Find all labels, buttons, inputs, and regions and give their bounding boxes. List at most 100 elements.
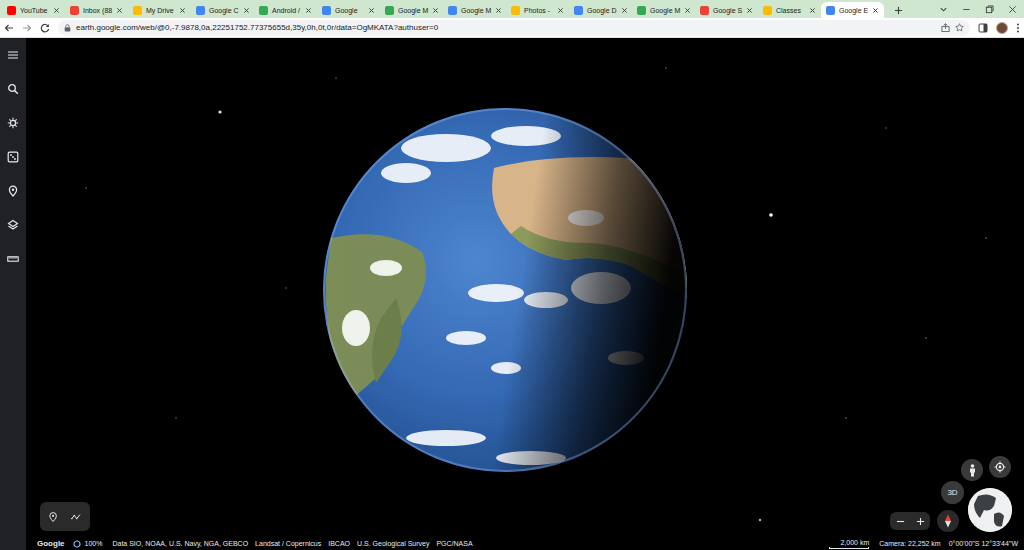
browser-tab[interactable]: Google E: [821, 2, 884, 18]
tab-close-icon[interactable]: [746, 7, 753, 14]
tab-close-icon[interactable]: [684, 7, 691, 14]
tab-close-icon[interactable]: [495, 7, 502, 14]
zoom-in-button[interactable]: [910, 517, 930, 526]
dice-icon[interactable]: [7, 151, 19, 163]
compass-button[interactable]: [937, 510, 959, 532]
tab-close-icon[interactable]: [872, 7, 879, 14]
mini-globe[interactable]: [968, 488, 1012, 532]
tab-label[interactable]: Android /: [272, 6, 301, 15]
earth-sidebar: [0, 38, 26, 550]
attribution-item[interactable]: IBCAO: [328, 539, 350, 548]
browser-tab[interactable]: Classes: [758, 2, 821, 18]
browser-tab[interactable]: Google S: [695, 2, 758, 18]
tab-favicon-icon: [763, 6, 772, 15]
tab-close-icon[interactable]: [305, 7, 312, 14]
attribution-item[interactable]: Data SIO, NOAA, U.S. Navy, NGA, GEBCO: [112, 539, 248, 548]
tab-label[interactable]: Google S: [713, 6, 742, 15]
toolbar: earth.google.com/web/@0,-7.9878,0a,22251…: [0, 18, 1024, 38]
placemark-icon[interactable]: [49, 511, 57, 523]
star-icon[interactable]: [955, 23, 964, 32]
profile-avatar[interactable]: [996, 22, 1008, 34]
url-text[interactable]: earth.google.com/web/@0,-7.9878,0a,22251…: [76, 23, 438, 33]
browser-tab[interactable]: Google M: [443, 2, 506, 18]
browser-tab[interactable]: Google C: [191, 2, 254, 18]
minimize-icon[interactable]: [962, 5, 971, 14]
projects-pin-icon[interactable]: [7, 185, 19, 197]
tab-close-icon[interactable]: [432, 7, 439, 14]
tab-close-icon[interactable]: [621, 7, 628, 14]
forward-arrow-icon[interactable]: [22, 23, 32, 33]
tab-label[interactable]: YouTube: [20, 6, 49, 15]
street-view-button[interactable]: [961, 459, 983, 481]
browser-tab[interactable]: Android /: [254, 2, 317, 18]
restore-icon[interactable]: [985, 5, 994, 14]
tab-label[interactable]: Photos -: [524, 6, 553, 15]
globe[interactable]: [323, 108, 696, 472]
google-logo: Google: [37, 539, 65, 548]
layers-icon[interactable]: [7, 219, 19, 231]
address-bar[interactable]: earth.google.com/web/@0,-7.9878,0a,22251…: [58, 20, 970, 36]
path-icon[interactable]: [71, 512, 81, 522]
tab-close-icon[interactable]: [116, 7, 123, 14]
back-arrow-icon[interactable]: [4, 23, 14, 33]
globe-canvas[interactable]: [26, 38, 1024, 550]
side-panel-icon[interactable]: [978, 23, 988, 33]
tab-close-icon[interactable]: [243, 7, 250, 14]
tab-label[interactable]: Google: [335, 6, 364, 15]
tab-label[interactable]: My Drive: [146, 6, 175, 15]
target-icon: [994, 461, 1006, 473]
new-tab-button[interactable]: [888, 2, 908, 18]
share-icon[interactable]: [941, 23, 950, 32]
tab-close-icon[interactable]: [809, 7, 816, 14]
menu-icon[interactable]: [7, 49, 19, 61]
browser-tab[interactable]: YouTube: [2, 2, 65, 18]
attribution-item[interactable]: PGC/NASA: [436, 539, 472, 548]
zoom-out-button[interactable]: [890, 517, 910, 526]
tab-close-icon[interactable]: [368, 7, 375, 14]
close-icon[interactable]: [1008, 5, 1017, 14]
tab-favicon-icon: [574, 6, 583, 15]
tab-close-icon[interactable]: [53, 7, 60, 14]
reload-icon[interactable]: [40, 23, 50, 33]
attribution-list: Data SIO, NOAA, U.S. Navy, NGA, GEBCO Lan…: [112, 539, 472, 548]
plus-icon: [916, 517, 925, 526]
tab-favicon-icon: [7, 6, 16, 15]
browser-tab[interactable]: Google M: [632, 2, 695, 18]
camera-altitude: Camera: 22,252 km: [879, 539, 940, 548]
browser-tab[interactable]: Photos -: [506, 2, 569, 18]
view-toggle-label[interactable]: 3D: [947, 488, 957, 498]
tab-close-icon[interactable]: [557, 7, 564, 14]
ruler-icon[interactable]: [7, 253, 19, 265]
chevron-down-icon[interactable]: [939, 5, 948, 14]
tab-close-icon[interactable]: [179, 7, 186, 14]
zoom-controls: [890, 512, 930, 530]
tab-label[interactable]: Google D: [587, 6, 617, 15]
tab-favicon-icon: [637, 6, 646, 15]
my-location-button[interactable]: [989, 456, 1011, 478]
browser-tab[interactable]: Google: [317, 2, 380, 18]
loading-ring-icon: [73, 540, 81, 548]
menu-dots-icon[interactable]: [1016, 23, 1020, 33]
drawing-tools: [40, 502, 90, 531]
browser-tab[interactable]: Inbox (88: [65, 2, 128, 18]
minus-icon: [896, 517, 905, 526]
tab-label[interactable]: Google E: [839, 6, 868, 15]
view-toggle-button[interactable]: 3D: [941, 481, 964, 504]
attribution-item[interactable]: U.S. Geological Survey: [357, 539, 429, 548]
voyager-icon[interactable]: [7, 117, 19, 129]
plus-icon: [894, 6, 903, 15]
tab-label[interactable]: Google M: [650, 6, 680, 15]
tab-label[interactable]: Google M: [398, 6, 428, 15]
tab-label[interactable]: Google M: [461, 6, 491, 15]
globe-viewport[interactable]: 3D Google: [26, 38, 1024, 550]
search-icon[interactable]: [7, 83, 19, 95]
browser-tab[interactable]: Google D: [569, 2, 632, 18]
lock-icon[interactable]: [64, 24, 71, 32]
attribution-item[interactable]: Landsat / Copernicus: [255, 539, 321, 548]
browser-tab[interactable]: My Drive: [128, 2, 191, 18]
browser-tab[interactable]: Google M: [380, 2, 443, 18]
tab-label[interactable]: Google C: [209, 6, 239, 15]
earth-app: 3D Google: [0, 38, 1024, 550]
tab-label[interactable]: Inbox (88: [83, 6, 112, 15]
tab-label[interactable]: Classes: [776, 6, 805, 15]
